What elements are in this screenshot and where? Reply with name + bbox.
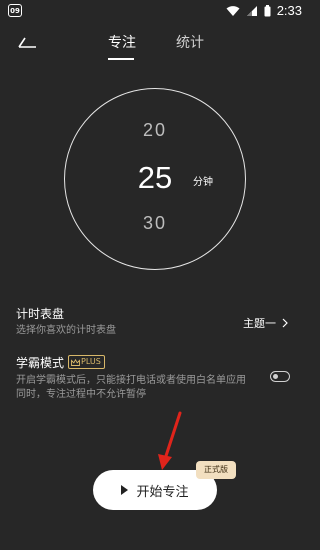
start-focus-label: 开始专注 [136,484,189,500]
dial-current-value: 25 [137,160,173,195]
study-mode-description-line2: 同时，专注过程中不允许暂停 [16,389,146,400]
status-bar: 09 2:33 [0,0,310,22]
tab-statistics[interactable]: 统计 [176,32,204,52]
plus-badge: PLUS [68,355,105,369]
annotation-arrow-icon [158,411,182,470]
back-arrow-icon[interactable] [16,34,40,50]
study-mode-title: 学霸模式 [16,356,65,370]
play-icon [121,485,129,495]
signal-icon [246,5,257,16]
timer-face-subtitle: 选择你喜欢的计时表盘 [16,325,116,336]
active-tab-indicator [108,58,134,60]
status-icons: 2:33 [226,3,302,18]
duration-dial-picker[interactable]: 20 25 分钟 30 [64,88,246,270]
timer-face-value: 主题一 [243,317,276,330]
app-notification-icon: 09 [8,4,22,17]
dial-unit-label: 分钟 [193,177,213,188]
dial-next-value[interactable]: 30 [65,213,245,234]
tab-focus[interactable]: 专注 [108,32,136,52]
timer-face-selector[interactable]: 主题一 [243,315,288,331]
study-mode-description-line1: 开启学霸模式后，只能接打电话或者使用白名单应用 [16,375,246,386]
official-version-badge: 正式版 [196,461,236,479]
dial-prev-value[interactable]: 20 [65,120,245,141]
study-mode-toggle[interactable] [270,371,290,382]
chevron-right-icon [282,318,288,328]
plus-badge-label: PLUS [81,357,101,366]
toggle-knob [273,373,278,379]
crown-icon [71,358,80,366]
battery-icon [264,4,271,16]
wifi-icon [226,5,240,16]
timer-face-title: 计时表盘 [16,307,65,321]
clock-time: 2:33 [276,3,302,18]
